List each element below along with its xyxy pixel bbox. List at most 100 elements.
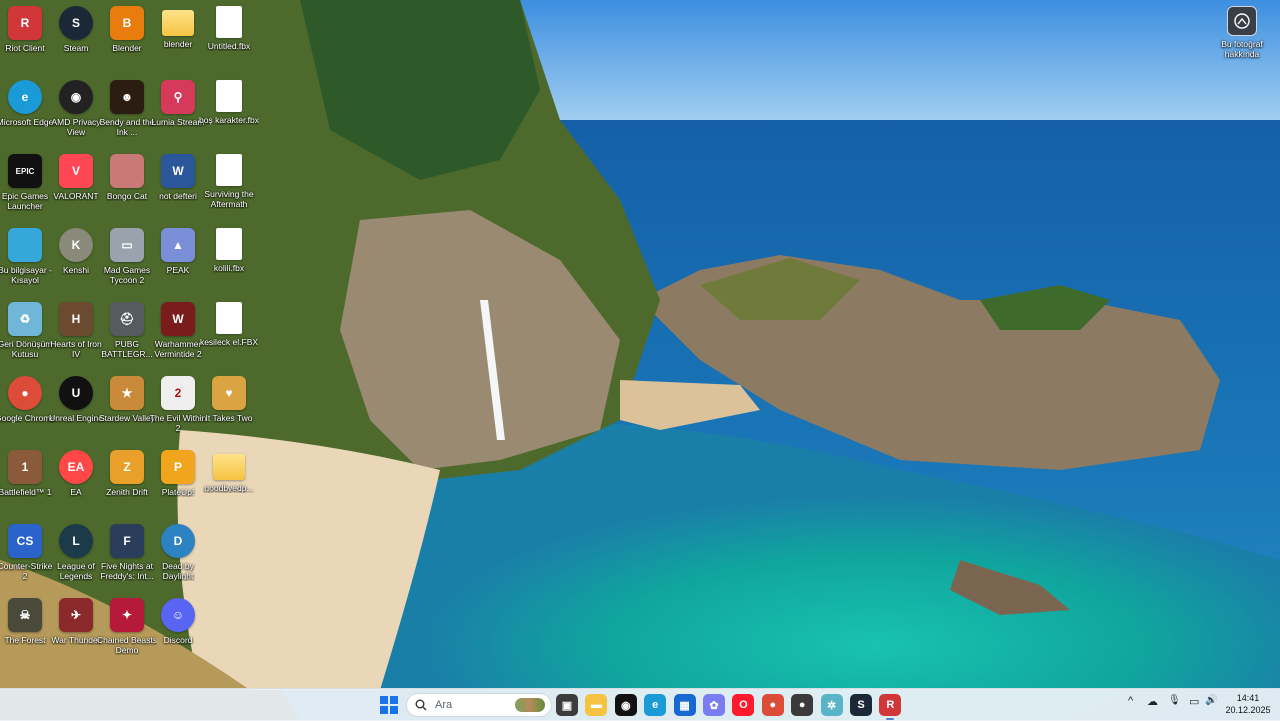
desktop-icon-mad-games[interactable]: ▭ Mad Games Tycoon 2 [100,224,154,294]
desktop-icon-zenith-drift[interactable]: Z Zenith Drift [100,446,154,516]
taskbar-app-copilot[interactable]: ✿ [703,694,725,716]
desktop-icon-hoi4[interactable]: H Hearts of Iron IV [49,298,103,368]
desktop-icon-bongo-cat[interactable]: Bongo Cat [100,150,154,220]
taskbar-app-recording-app[interactable]: ● [791,694,814,716]
desktop-icon-fnaf[interactable]: F Five Nights at Freddy's: Int... [100,520,154,590]
desktop-icon-chrome[interactable]: ● Google Chrome [0,372,55,442]
desktop-icon-battlefield[interactable]: 1 Battlefield™ 1 [0,446,52,516]
desktop-icon-pubg[interactable]: ⛑ PUBG BATTLEGR... [100,298,154,368]
about-photo-shortcut[interactable]: Bu fotoğraf hakkında [1214,6,1270,66]
search-placeholder: Ara [435,699,453,711]
desktop-icon-file[interactable]: kolili.fbx [202,224,256,294]
blender-icon: B [110,6,144,40]
about-photo-label: Bu fotoğraf hakkında [1221,39,1263,59]
plateup-icon: P [161,450,195,484]
desktop-icon-folder[interactable]: blender [151,2,205,72]
lumia-icon: ⚲ [161,80,195,114]
chained-beasts-icon: ✦ [110,598,144,632]
desktop-icon-label: It Takes Two [205,413,253,423]
search-highlight-icon [515,698,545,712]
amd-privacy-icon: ◉ [59,80,93,114]
desktop-icon-bendy[interactable]: ☻ Bendy and the Ink ... [100,76,154,146]
desktop-icon-word[interactable]: Wnot defteri [151,150,205,220]
taskbar-clock[interactable]: 14:41 20.12.2025 [1222,692,1274,716]
desktop-icon-label: boş karakter.fbx [199,115,259,125]
desktop-icon-amd-privacy[interactable]: ◉ AMD Privacy View [49,76,103,146]
desktop-icon-file[interactable]: kesileck el.FBX [199,298,259,368]
taskbar-app-settings-app[interactable]: ✲ [820,694,843,716]
network-display-icon[interactable]: ▭ [1189,695,1199,708]
lol-icon: L [59,524,93,558]
desktop-icon-this-pc[interactable]: Bu bilgisayar - Kısayol [0,224,52,294]
it-takes-two-icon: ♥ [212,376,246,410]
desktop-icon-kenshi[interactable]: K Kenshi [49,224,103,294]
desktop-icon-label: Discord [163,635,193,645]
desktop-icon-folder[interactable]: goodbyedp... [202,446,256,516]
search-icon [415,699,427,711]
steam-icon: S [857,699,865,711]
desktop-icon-label: kesileck el.FBX [199,337,259,347]
taskbar-app-file-explorer[interactable]: ▬ [585,694,608,716]
clock-time: 14:41 [1236,693,1260,703]
taskbar-app-chrome[interactable]: ● [761,694,784,716]
desktop-icon-evil-within[interactable]: 2 The Evil Within 2 [150,372,206,442]
desktop-icon-file[interactable]: boş karakter.fbx [199,76,259,146]
app-circle-icon: ◉ [620,699,631,712]
cloud-icon[interactable]: ☁ [1147,695,1158,708]
taskbar-app-edge[interactable]: e [644,694,667,716]
desktop-icon-cs2[interactable]: CS Counter-Strike 2 [0,520,52,590]
desktop-icon-ea[interactable]: EA EA [49,446,103,516]
valorant-icon: V [59,154,93,188]
zenith-drift-icon: Z [110,450,144,484]
desktop-icon-dbd[interactable]: D Dead by Daylight [151,520,205,590]
riot-icon: R [886,699,895,711]
taskbar-search-box[interactable]: Ara [406,693,552,717]
taskbar-app-riot-client[interactable]: R [879,694,902,720]
taskbar-app-opera[interactable]: O [732,694,755,716]
epic-games-icon: EPIC [8,154,42,188]
desktop-icon-peak[interactable]: ▲ PEAK [151,224,205,294]
desktop-icon-unreal[interactable]: U Unreal Engine [49,372,103,442]
volume-icon[interactable]: 🔊 [1205,695,1217,706]
evil-within-icon: 2 [161,376,195,410]
desktop-icon-grid: R Riot Client S Steam B Blender blender Untitle… [0,0,1280,688]
desktop-icon-epic-games[interactable]: EPIC Epic Games Launcher [0,150,52,220]
desktop-icon-valorant[interactable]: V VALORANT [49,150,103,220]
start-button[interactable] [380,696,398,714]
desktop-icon-lol[interactable]: L League of Legends [49,520,103,590]
bendy-icon: ☻ [110,80,144,114]
desktop-icon-the-forest[interactable]: ☠ The Forest [0,594,52,664]
desktop-icon-file[interactable]: Untitled.fbx [202,2,256,72]
clock-date: 20.12.2025 [1225,705,1271,715]
taskbar-app-task-view[interactable]: ▣ [556,694,578,716]
taskbar-app-steam[interactable]: S [850,694,872,716]
desktop-icon-stardew[interactable]: ★ Stardew Valley [99,372,155,442]
taskbar-app-microsoft-store[interactable]: ▦ [673,694,696,716]
desktop-icon-edge[interactable]: e Microsoft Edge [0,76,53,146]
about-photo-icon [1227,6,1257,36]
desktop-icon-war-thunder[interactable]: ✈ War Thunder [49,594,103,664]
desktop-icon-it-takes-two[interactable]: ♥ It Takes Two [202,372,256,442]
stardew-icon: ★ [110,376,144,410]
desktop-icon-discord[interactable]: ☺ Discord [151,594,205,664]
desktop-icon-blender[interactable]: B Blender [100,2,154,72]
desktop-icon-vermintide[interactable]: W Warhammer Vermintide 2 [151,298,205,368]
war-thunder-icon: ✈ [59,598,93,632]
desktop-icon-label: Surviving the Aftermath [204,189,254,209]
microphone-icon[interactable]: 🎙 [1168,695,1181,706]
taskbar-app-media-app[interactable]: ◉ [614,694,637,716]
show-hidden-icons-chevron[interactable]: ^ [1128,695,1133,707]
desktop-icon-chained-beasts[interactable]: ✦ Chained Beasts Demo [97,594,157,664]
desktop-icon-recycle-bin[interactable]: ♻ Geri Dönüşüm Kutusu [0,298,52,368]
discord-icon: ☺ [161,598,195,632]
desktop-icon-file[interactable]: Surviving the Aftermath [202,150,256,220]
desktop-icon-label: Untitled.fbx [207,41,251,51]
desktop-icon-plateup[interactable]: P PlateUp! [151,446,205,516]
task-view-icon: ▣ [561,699,573,712]
file-icon [216,154,242,186]
windows-logo-icon [380,696,398,714]
desktop-icon-steam[interactable]: S Steam [49,2,103,72]
desktop-icon-lumia[interactable]: ⚲ Lumia Stream [151,76,205,146]
desktop-icon-riot[interactable]: R Riot Client [0,2,52,72]
riot-icon: R [8,6,42,40]
